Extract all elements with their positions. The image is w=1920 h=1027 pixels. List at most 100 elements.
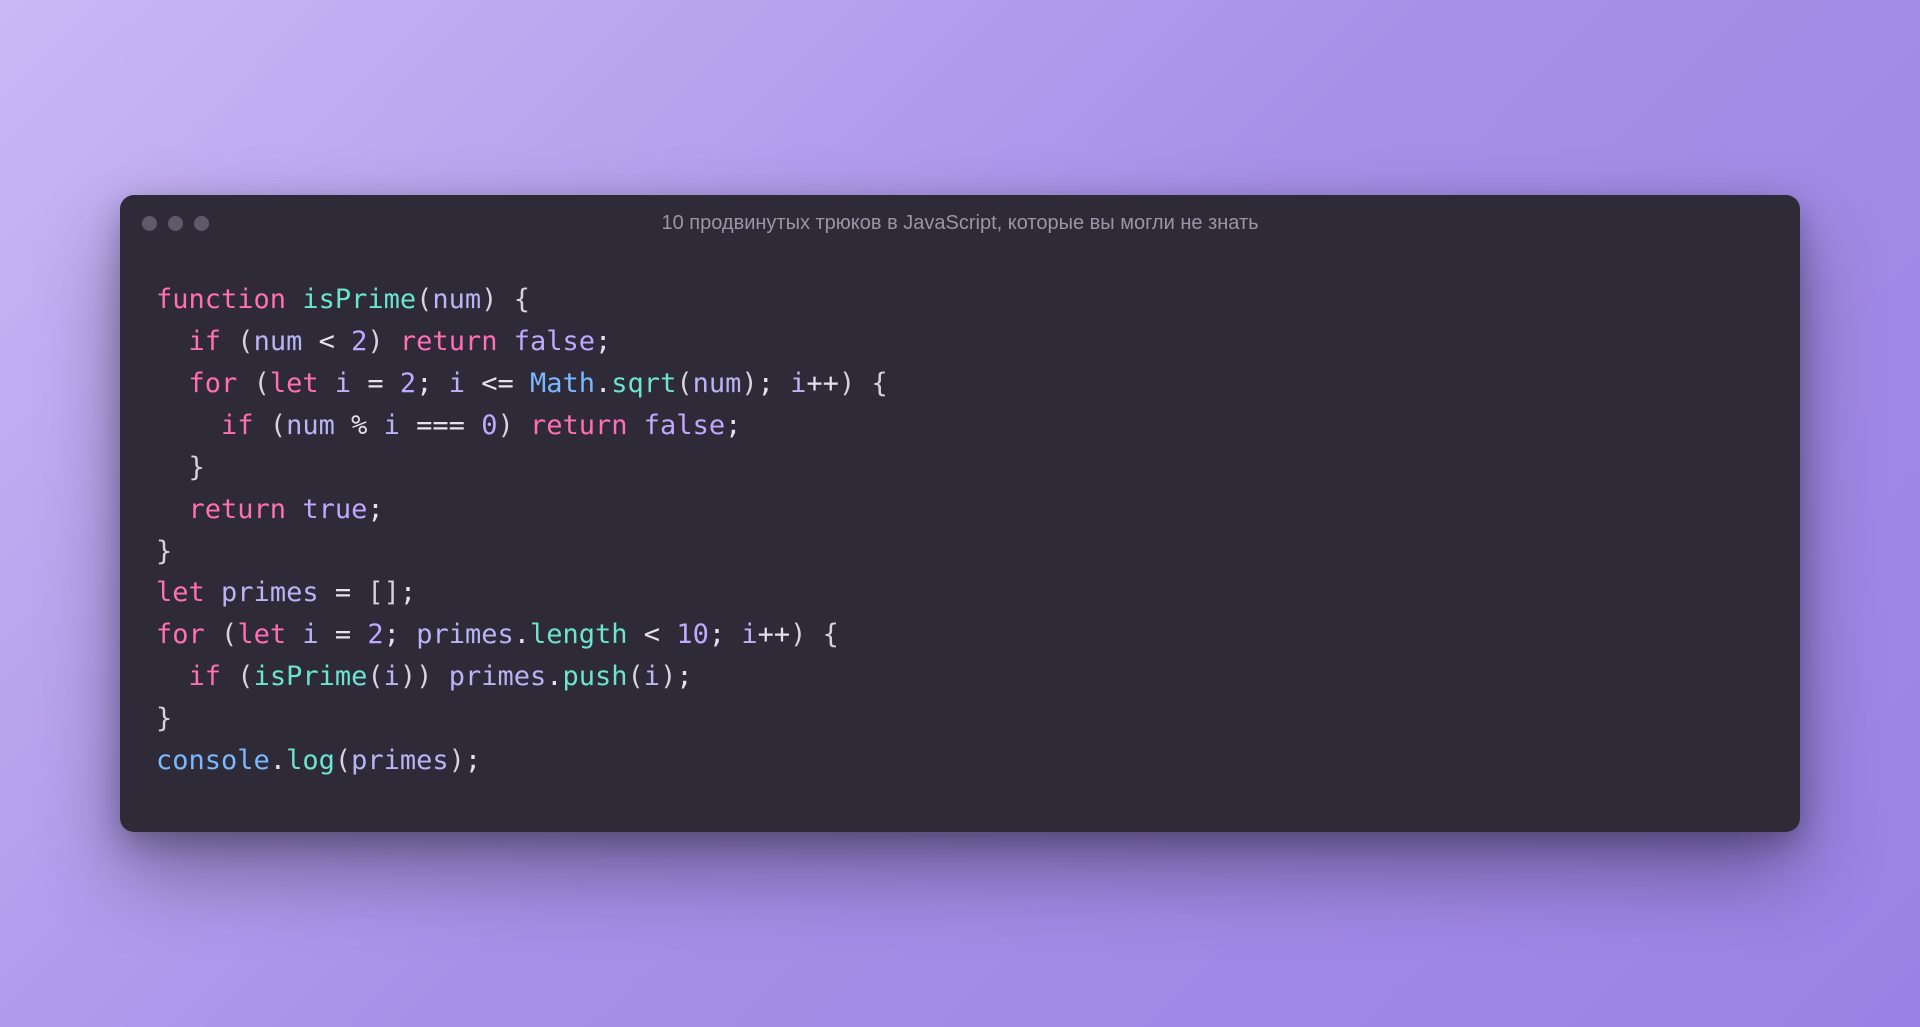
code-token: ) — [790, 619, 806, 650]
code-token — [628, 410, 644, 441]
code-token: = — [319, 619, 368, 650]
code-token: num — [432, 284, 481, 315]
code-token — [286, 494, 302, 525]
code-token: ( — [237, 326, 253, 357]
code-token: [ — [367, 577, 383, 608]
code-token — [205, 619, 221, 650]
code-token: num — [693, 368, 742, 399]
editor-window: 10 продвинутых трюков в JavaScript, кото… — [120, 195, 1800, 831]
code-token: false — [644, 410, 725, 441]
code-token: return — [530, 410, 628, 441]
code-token: ; — [758, 368, 791, 399]
minimize-dot[interactable] — [168, 216, 183, 231]
code-token: isPrime — [254, 661, 368, 692]
code-token: primes — [416, 619, 514, 650]
code-token: num — [254, 326, 303, 357]
code-token — [156, 452, 189, 483]
window-title: 10 продвинутых трюков в JavaScript, кото… — [120, 212, 1800, 235]
code-token: = — [319, 577, 368, 608]
code-token — [286, 284, 302, 315]
code-token: ( — [221, 619, 237, 650]
code-token — [221, 326, 237, 357]
code-token: push — [563, 661, 628, 692]
code-token — [384, 326, 400, 357]
code-token — [156, 368, 189, 399]
code-token: ++ — [806, 368, 839, 399]
code-token — [156, 410, 221, 441]
code-token: i — [335, 368, 351, 399]
code-token: ) — [839, 368, 855, 399]
code-token: for — [189, 368, 238, 399]
code-token: isPrime — [302, 284, 416, 315]
code-token: <= — [465, 368, 530, 399]
window-titlebar: 10 продвинутых трюков в JavaScript, кото… — [120, 195, 1800, 251]
code-token: { — [514, 284, 530, 315]
code-token: ) — [449, 745, 465, 776]
code-token: ; — [400, 577, 416, 608]
code-token: } — [189, 452, 205, 483]
code-token: ; — [725, 410, 741, 441]
code-token: num — [286, 410, 335, 441]
code-token — [156, 326, 189, 357]
code-token: Math — [530, 368, 595, 399]
code-token: log — [286, 745, 335, 776]
code-token: ( — [676, 368, 692, 399]
code-token: ) — [481, 284, 497, 315]
code-token: let — [156, 577, 205, 608]
code-token: ) — [741, 368, 757, 399]
code-token: i — [790, 368, 806, 399]
code-token — [254, 410, 270, 441]
close-dot[interactable] — [142, 216, 157, 231]
code-token: true — [302, 494, 367, 525]
code-token: let — [237, 619, 286, 650]
code-token: length — [530, 619, 628, 650]
code-token: ; — [595, 326, 611, 357]
code-token — [855, 368, 871, 399]
code-token: for — [156, 619, 205, 650]
code-token: } — [156, 703, 172, 734]
code-token: 2 — [367, 619, 383, 650]
code-token: % — [335, 410, 384, 441]
code-token: i — [741, 619, 757, 650]
code-token: primes — [351, 745, 449, 776]
code-token: ( — [254, 368, 270, 399]
code-token — [221, 661, 237, 692]
code-token: { — [871, 368, 887, 399]
code-token: ( — [367, 661, 383, 692]
code-token: ) — [497, 410, 513, 441]
code-token: if — [189, 326, 222, 357]
code-token — [319, 368, 335, 399]
code-token: . — [546, 661, 562, 692]
code-token: return — [400, 326, 498, 357]
code-token: i — [384, 661, 400, 692]
code-token: . — [514, 619, 530, 650]
code-token: sqrt — [611, 368, 676, 399]
code-token: ( — [335, 745, 351, 776]
code-token — [156, 494, 189, 525]
code-token: ; — [416, 368, 449, 399]
code-token: primes — [221, 577, 319, 608]
code-token: ) — [660, 661, 676, 692]
code-token: ++ — [758, 619, 791, 650]
code-token: 0 — [481, 410, 497, 441]
code-token: ( — [270, 410, 286, 441]
code-token: i — [384, 410, 400, 441]
code-token: { — [823, 619, 839, 650]
code-token: 10 — [676, 619, 709, 650]
code-token: i — [302, 619, 318, 650]
code-token: ; — [367, 494, 383, 525]
code-token: 2 — [351, 326, 367, 357]
code-area[interactable]: function isPrime(num) { if (num < 2) ret… — [120, 251, 1800, 831]
maximize-dot[interactable] — [194, 216, 209, 231]
code-token: < — [302, 326, 351, 357]
code-token: ( — [628, 661, 644, 692]
code-token: ; — [384, 619, 417, 650]
code-token: function — [156, 284, 286, 315]
code-token — [286, 619, 302, 650]
code-token — [432, 661, 448, 692]
code-token: . — [270, 745, 286, 776]
code-token: < — [628, 619, 677, 650]
code-token: ) — [367, 326, 383, 357]
code-token: ; — [676, 661, 692, 692]
code-token: = — [351, 368, 400, 399]
